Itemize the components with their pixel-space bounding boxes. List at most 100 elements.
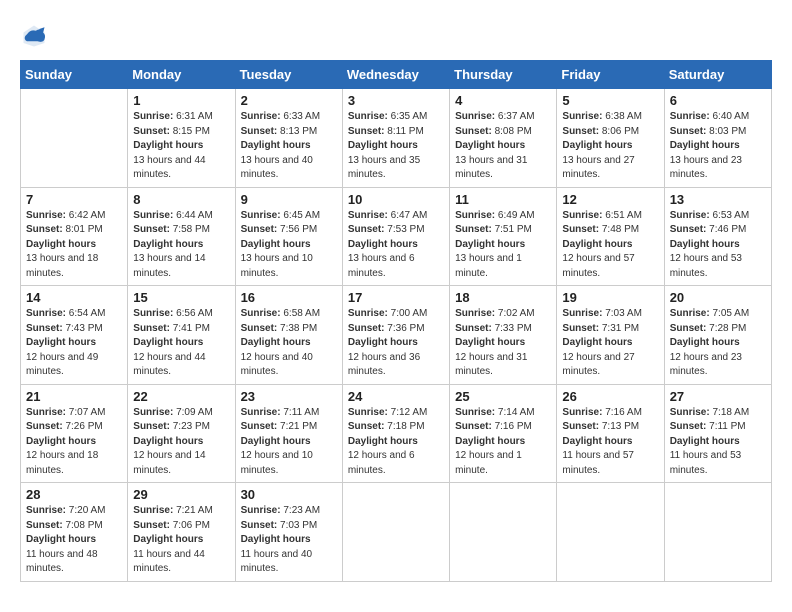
day-info: Sunrise: 6:54 AMSunset: 7:43 PMDaylight … xyxy=(26,307,122,380)
logo-icon xyxy=(20,22,48,50)
day-number: 17 xyxy=(348,290,444,305)
col-friday: Friday xyxy=(557,61,664,89)
calendar-cell xyxy=(342,483,449,582)
day-info: Sunrise: 6:37 AMSunset: 8:08 PMDaylight … xyxy=(455,110,551,183)
calendar-cell: 9 Sunrise: 6:45 AMSunset: 7:56 PMDaylight… xyxy=(235,187,342,286)
day-info: Sunrise: 7:05 AMSunset: 7:28 PMDaylight … xyxy=(670,307,766,380)
calendar-cell: 12 Sunrise: 6:51 AMSunset: 7:48 PMDayligh… xyxy=(557,187,664,286)
week-row-4: 21 Sunrise: 7:07 AMSunset: 7:26 PMDayligh… xyxy=(21,384,772,483)
day-info: Sunrise: 7:00 AMSunset: 7:36 PMDaylight … xyxy=(348,307,444,380)
day-info: Sunrise: 6:35 AMSunset: 8:11 PMDaylight … xyxy=(348,110,444,183)
calendar-cell: 14 Sunrise: 6:54 AMSunset: 7:43 PMDayligh… xyxy=(21,286,128,385)
col-thursday: Thursday xyxy=(450,61,557,89)
calendar-cell: 8Sunrise: 6:44 AMSunset: 7:58 PMDaylight… xyxy=(128,187,235,286)
calendar-cell xyxy=(450,483,557,582)
week-row-3: 14 Sunrise: 6:54 AMSunset: 7:43 PMDayligh… xyxy=(21,286,772,385)
day-info: Sunrise: 7:07 AMSunset: 7:26 PMDaylight … xyxy=(26,406,122,479)
calendar-cell: 19Sunrise: 7:03 AMSunset: 7:31 PMDayligh… xyxy=(557,286,664,385)
calendar-cell xyxy=(557,483,664,582)
calendar-cell: 4 Sunrise: 6:37 AMSunset: 8:08 PMDaylight… xyxy=(450,89,557,188)
day-info: Sunrise: 6:42 AMSunset: 8:01 PMDaylight … xyxy=(26,209,122,282)
day-number: 19 xyxy=(562,290,658,305)
day-number: 13 xyxy=(670,192,766,207)
day-number: 4 xyxy=(455,93,551,108)
calendar: Sunday Monday Tuesday Wednesday Thursday… xyxy=(20,60,772,582)
day-info: Sunrise: 7:21 AMSunset: 7:06 PMDaylight … xyxy=(133,504,229,577)
calendar-cell: 20 Sunrise: 7:05 AMSunset: 7:28 PMDayligh… xyxy=(664,286,771,385)
week-row-2: 7Sunrise: 6:42 AMSunset: 8:01 PMDaylight… xyxy=(21,187,772,286)
day-number: 5 xyxy=(562,93,658,108)
day-info: Sunrise: 6:31 AMSunset: 8:15 PMDaylight … xyxy=(133,110,229,183)
calendar-cell: 29 Sunrise: 7:21 AMSunset: 7:06 PMDayligh… xyxy=(128,483,235,582)
day-info: Sunrise: 6:38 AMSunset: 8:06 PMDaylight … xyxy=(562,110,658,183)
calendar-cell: 5 Sunrise: 6:38 AMSunset: 8:06 PMDaylight… xyxy=(557,89,664,188)
day-info: Sunrise: 6:40 AMSunset: 8:03 PMDaylight … xyxy=(670,110,766,183)
day-info: Sunrise: 6:49 AMSunset: 7:51 PMDaylight … xyxy=(455,209,551,282)
day-number: 16 xyxy=(241,290,337,305)
day-number: 22 xyxy=(133,389,229,404)
day-number: 24 xyxy=(348,389,444,404)
calendar-cell: 21 Sunrise: 7:07 AMSunset: 7:26 PMDayligh… xyxy=(21,384,128,483)
day-number: 15 xyxy=(133,290,229,305)
day-number: 27 xyxy=(670,389,766,404)
week-row-5: 28Sunrise: 7:20 AMSunset: 7:08 PMDayligh… xyxy=(21,483,772,582)
header xyxy=(20,18,772,50)
logo xyxy=(20,22,52,50)
calendar-cell: 7Sunrise: 6:42 AMSunset: 8:01 PMDaylight… xyxy=(21,187,128,286)
day-info: Sunrise: 7:11 AMSunset: 7:21 PMDaylight … xyxy=(241,406,337,479)
calendar-cell: 28Sunrise: 7:20 AMSunset: 7:08 PMDayligh… xyxy=(21,483,128,582)
day-number: 10 xyxy=(348,192,444,207)
col-saturday: Saturday xyxy=(664,61,771,89)
day-number: 8 xyxy=(133,192,229,207)
col-monday: Monday xyxy=(128,61,235,89)
calendar-header-row: Sunday Monday Tuesday Wednesday Thursday… xyxy=(21,61,772,89)
day-info: Sunrise: 6:45 AMSunset: 7:56 PMDaylight … xyxy=(241,209,337,282)
day-info: Sunrise: 7:20 AMSunset: 7:08 PMDaylight … xyxy=(26,504,122,577)
day-number: 12 xyxy=(562,192,658,207)
day-number: 23 xyxy=(241,389,337,404)
calendar-cell: 23 Sunrise: 7:11 AMSunset: 7:21 PMDayligh… xyxy=(235,384,342,483)
day-number: 21 xyxy=(26,389,122,404)
week-row-1: 1 Sunrise: 6:31 AMSunset: 8:15 PMDaylight… xyxy=(21,89,772,188)
day-info: Sunrise: 6:47 AMSunset: 7:53 PMDaylight … xyxy=(348,209,444,282)
calendar-cell: 16 Sunrise: 6:58 AMSunset: 7:38 PMDayligh… xyxy=(235,286,342,385)
calendar-cell: 26 Sunrise: 7:16 AMSunset: 7:13 PMDayligh… xyxy=(557,384,664,483)
calendar-cell xyxy=(21,89,128,188)
day-info: Sunrise: 7:12 AMSunset: 7:18 PMDaylight … xyxy=(348,406,444,479)
day-info: Sunrise: 6:58 AMSunset: 7:38 PMDaylight … xyxy=(241,307,337,380)
calendar-cell: 15Sunrise: 6:56 AMSunset: 7:41 PMDayligh… xyxy=(128,286,235,385)
day-number: 3 xyxy=(348,93,444,108)
day-number: 1 xyxy=(133,93,229,108)
calendar-cell: 24 Sunrise: 7:12 AMSunset: 7:18 PMDayligh… xyxy=(342,384,449,483)
day-number: 18 xyxy=(455,290,551,305)
day-number: 2 xyxy=(241,93,337,108)
calendar-cell: 25Sunrise: 7:14 AMSunset: 7:16 PMDayligh… xyxy=(450,384,557,483)
day-number: 14 xyxy=(26,290,122,305)
day-number: 9 xyxy=(241,192,337,207)
day-number: 11 xyxy=(455,192,551,207)
day-info: Sunrise: 7:23 AMSunset: 7:03 PMDaylight … xyxy=(241,504,337,577)
calendar-cell: 22Sunrise: 7:09 AMSunset: 7:23 PMDayligh… xyxy=(128,384,235,483)
calendar-cell xyxy=(664,483,771,582)
day-info: Sunrise: 7:18 AMSunset: 7:11 PMDaylight … xyxy=(670,406,766,479)
page: Sunday Monday Tuesday Wednesday Thursday… xyxy=(0,0,792,612)
day-number: 26 xyxy=(562,389,658,404)
day-number: 6 xyxy=(670,93,766,108)
col-sunday: Sunday xyxy=(21,61,128,89)
day-number: 29 xyxy=(133,487,229,502)
day-info: Sunrise: 7:02 AMSunset: 7:33 PMDaylight … xyxy=(455,307,551,380)
calendar-cell: 6 Sunrise: 6:40 AMSunset: 8:03 PMDaylight… xyxy=(664,89,771,188)
day-number: 20 xyxy=(670,290,766,305)
calendar-cell: 30 Sunrise: 7:23 AMSunset: 7:03 PMDayligh… xyxy=(235,483,342,582)
calendar-cell: 2Sunrise: 6:33 AMSunset: 8:13 PMDaylight… xyxy=(235,89,342,188)
day-info: Sunrise: 7:16 AMSunset: 7:13 PMDaylight … xyxy=(562,406,658,479)
calendar-cell: 3 Sunrise: 6:35 AMSunset: 8:11 PMDaylight… xyxy=(342,89,449,188)
col-wednesday: Wednesday xyxy=(342,61,449,89)
calendar-cell: 27 Sunrise: 7:18 AMSunset: 7:11 PMDayligh… xyxy=(664,384,771,483)
day-info: Sunrise: 7:14 AMSunset: 7:16 PMDaylight … xyxy=(455,406,551,479)
day-number: 30 xyxy=(241,487,337,502)
calendar-cell: 10 Sunrise: 6:47 AMSunset: 7:53 PMDayligh… xyxy=(342,187,449,286)
calendar-cell: 18 Sunrise: 7:02 AMSunset: 7:33 PMDayligh… xyxy=(450,286,557,385)
day-info: Sunrise: 6:53 AMSunset: 7:46 PMDaylight … xyxy=(670,209,766,282)
day-info: Sunrise: 6:51 AMSunset: 7:48 PMDaylight … xyxy=(562,209,658,282)
